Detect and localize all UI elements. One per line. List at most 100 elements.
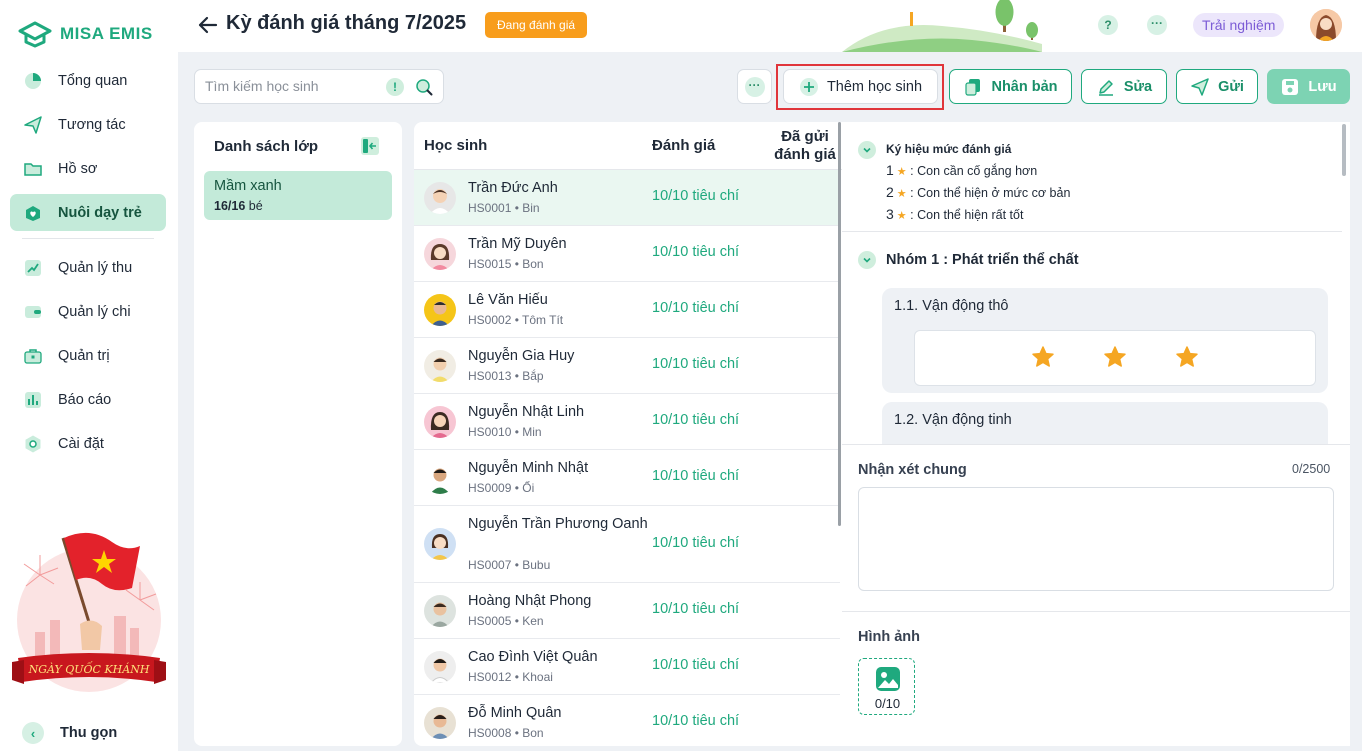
user-avatar-icon xyxy=(1310,9,1342,41)
student-avatar xyxy=(424,182,456,214)
search-icon[interactable] xyxy=(414,77,434,97)
avatar-icon xyxy=(424,528,456,560)
table-row[interactable]: Cao Đình Việt Quân HS0012 • Khoai 10/10 … xyxy=(414,639,840,695)
page-title: Kỳ đánh giá tháng 7/2025 xyxy=(226,12,467,34)
criteria-scrollbar[interactable] xyxy=(1342,124,1346,176)
hills-decoration xyxy=(842,0,1042,52)
duplicate-button[interactable]: Nhân bản xyxy=(949,69,1072,104)
divider xyxy=(842,231,1342,232)
info-icon[interactable]: ! xyxy=(386,78,404,96)
group-collapse-toggle[interactable] xyxy=(858,251,876,269)
comment-label: Nhận xét chung xyxy=(858,462,967,478)
add-student-button[interactable]: Thêm học sinh xyxy=(783,69,938,104)
save-icon xyxy=(1282,78,1299,95)
sidebar-item-quan-ly-thu[interactable]: Quản lý thu xyxy=(10,249,166,286)
collapse-label: Thu gọn xyxy=(60,725,118,741)
criterion-title: 1.1. Vận động thô xyxy=(894,298,1009,314)
student-avatar xyxy=(424,350,456,382)
table-row[interactable]: Đỗ Minh Quân HS0008 • Bon 10/10 tiêu chí xyxy=(414,695,840,746)
plus-circle-icon xyxy=(799,77,818,96)
copy-icon xyxy=(965,78,981,96)
image-upload-button[interactable]: 0/10 xyxy=(858,658,915,715)
general-comment-input[interactable] xyxy=(858,487,1334,591)
star-icon[interactable] xyxy=(1031,345,1055,369)
sidebar-item-cai-dat[interactable]: Cài đặt xyxy=(10,425,166,462)
save-button[interactable]: Lưu xyxy=(1267,69,1350,104)
send-button[interactable]: Gửi xyxy=(1176,69,1258,104)
table-row[interactable]: Trần Đức Anh HS0001 • Bin 10/10 tiêu chí xyxy=(414,170,840,226)
sidebar-item-tuong-tac[interactable]: Tương tác xyxy=(10,106,166,143)
sidebar-item-nuoi-day-tre[interactable]: Nuôi dạy trẻ xyxy=(10,194,166,231)
trend-chart-icon xyxy=(22,257,44,279)
star-icon[interactable] xyxy=(1103,345,1127,369)
gear-icon xyxy=(22,433,44,455)
nav-divider xyxy=(22,238,154,239)
class-item-mam-xanh[interactable]: Mầm xanh 16/16 bé xyxy=(204,171,392,220)
column-header-evaluation[interactable]: Đánh giá xyxy=(652,137,715,154)
class-count: 16/16 bé xyxy=(214,199,263,213)
user-avatar[interactable] xyxy=(1310,9,1342,41)
avatar-icon xyxy=(424,182,456,214)
avatar-icon xyxy=(424,294,456,326)
banner-text: NGÀY QUỐC KHÁNH xyxy=(28,661,150,676)
students-scrollbar[interactable] xyxy=(838,122,841,526)
legend-level-2: 2 ★ : Con thể hiện ở mức cơ bản xyxy=(886,184,1071,200)
class-list-title: Danh sách lớp xyxy=(214,138,319,155)
save-label: Lưu xyxy=(1308,78,1337,95)
help-icon[interactable]: ? xyxy=(1098,15,1118,35)
star-icon: ★ xyxy=(896,188,907,200)
legend-collapse-toggle[interactable] xyxy=(858,141,876,159)
star-icon[interactable] xyxy=(1175,345,1199,369)
sidebar-nav: Tổng quan Tương tác Hồ sơ Nuôi dạy trẻ Q… xyxy=(10,62,166,469)
more-options-icon: ··· xyxy=(744,76,765,97)
collapse-panel-icon[interactable] xyxy=(360,136,380,156)
table-row[interactable]: Nguyễn Trần Phương Oanh HS0007 • Bubu 10… xyxy=(414,506,840,583)
column-header-student[interactable]: Học sinh xyxy=(424,137,487,154)
student-avatar xyxy=(424,406,456,438)
header: Kỳ đánh giá tháng 7/2025 Đang đánh giá ?… xyxy=(178,0,1362,52)
toolbar-more-button[interactable]: ··· xyxy=(737,69,772,104)
table-row[interactable]: Hoàng Nhật Phong HS0005 • Ken 10/10 tiêu… xyxy=(414,583,840,639)
more-options-icon[interactable]: ··· xyxy=(1147,15,1167,35)
student-avatar xyxy=(424,238,456,270)
column-header-sent[interactable]: Đã gửi đánh giá xyxy=(770,128,840,164)
sidebar-item-tong-quan[interactable]: Tổng quan xyxy=(10,62,166,99)
collapse-sidebar-button[interactable]: ‹ Thu gọn xyxy=(22,722,117,744)
send-label: Gửi xyxy=(1218,78,1244,95)
image-icon xyxy=(876,667,900,691)
table-row[interactable]: Nguyễn Minh Nhật HS0009 • Ổi 10/10 tiêu … xyxy=(414,450,840,506)
student-avatar xyxy=(424,528,456,560)
folder-icon xyxy=(22,158,44,180)
students-table: Học sinh Đánh giá Đã gửi đánh giá Trần Đ… xyxy=(414,122,842,746)
search-input[interactable] xyxy=(205,78,375,94)
chevron-down-icon xyxy=(863,257,871,263)
duplicate-label: Nhân bản xyxy=(991,78,1058,95)
briefcase-icon xyxy=(22,345,44,367)
back-arrow-icon[interactable] xyxy=(196,13,218,37)
evaluation-panel: Ký hiệu mức đánh giá 1 ★ : Con cần cố gắn… xyxy=(842,122,1350,746)
chevron-left-icon: ‹ xyxy=(22,722,44,744)
table-row[interactable]: Nguyễn Gia Huy HS0013 • Bắp 10/10 tiêu c… xyxy=(414,338,840,394)
student-search: ! xyxy=(194,69,444,104)
sidebar-item-quan-ly-chi[interactable]: Quản lý chi xyxy=(10,293,166,330)
legend-level-3: 3 ★ : Con thể hiện rất tốt xyxy=(886,206,1024,222)
edit-button[interactable]: Sửa xyxy=(1081,69,1167,104)
sidebar-item-quan-tri[interactable]: Quản trị xyxy=(10,337,166,374)
sidebar-item-ho-so[interactable]: Hồ sơ xyxy=(10,150,166,187)
paper-plane-icon xyxy=(22,114,44,136)
wallet-icon xyxy=(22,301,44,323)
student-avatar xyxy=(424,707,456,739)
sidebar-item-bao-cao[interactable]: Báo cáo xyxy=(10,381,166,418)
heart-box-icon xyxy=(22,202,44,224)
sidebar: MISA EMIS Tổng quan Tương tác Hồ sơ Nuôi… xyxy=(0,0,178,751)
app-logo[interactable]: MISA EMIS xyxy=(18,20,153,48)
table-row[interactable]: Lê Văn Hiếu HS0002 • Tôm Tít 10/10 tiêu … xyxy=(414,282,840,338)
star-icon: ★ xyxy=(896,166,907,178)
table-row[interactable]: Trần Mỹ Duyên HS0015 • Bon 10/10 tiêu ch… xyxy=(414,226,840,282)
student-avatar xyxy=(424,651,456,683)
pencil-icon xyxy=(1098,79,1113,96)
criterion-title: 1.2. Vận động tinh xyxy=(894,412,1012,428)
table-row[interactable]: Nguyễn Nhật Linh HS0010 • Min 10/10 tiêu… xyxy=(414,394,840,450)
trial-badge[interactable]: Trải nghiệm xyxy=(1193,13,1285,37)
edit-label: Sửa xyxy=(1123,78,1153,95)
